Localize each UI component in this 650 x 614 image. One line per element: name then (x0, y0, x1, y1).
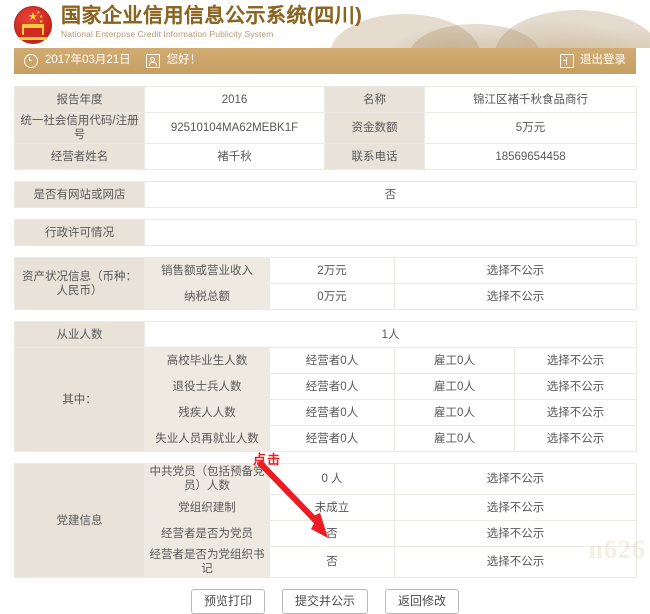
party-org-label: 党组织建制 (145, 495, 270, 521)
tax-label: 纳税总额 (145, 284, 270, 310)
status-bar: 2017年03月21日 您好！ 退出登录 (14, 48, 636, 74)
mountain-decoration-art (320, 0, 650, 48)
table-row: 是否有网站或网店 否 (15, 182, 637, 208)
preview-print-button[interactable]: 预览打印 (191, 589, 265, 614)
national-emblem-icon: ★ ★ ★ ★ ★ (14, 6, 52, 44)
basic-info-table: 报告年度 2016 名称 锦江区褚千秋食品商行 统一社会信用代码/注册号 925… (14, 86, 637, 170)
disabled-label: 残疾人人数 (145, 400, 270, 426)
license-value (145, 220, 637, 246)
party-org-value: 未成立 (270, 495, 395, 521)
report-year-value: 2016 (145, 87, 325, 113)
website-value: 否 (145, 182, 637, 208)
report-year-label: 报告年度 (15, 87, 145, 113)
employee-total-value: 1人 (145, 322, 637, 348)
current-date: 2017年03月21日 (45, 55, 131, 67)
company-name-label: 名称 (325, 87, 425, 113)
disabled-publicity[interactable]: 选择不公示 (515, 400, 637, 426)
table-row: 从业人数 1人 (15, 322, 637, 348)
party-members-publicity[interactable]: 选择不公示 (395, 464, 637, 495)
disabled-owner: 经营者0人 (270, 400, 395, 426)
assets-table: 资产状况信息（币种：人民币） 销售额或营业收入 2万元 选择不公示 纳税总额 0… (14, 257, 637, 310)
table-row: 资产状况信息（币种：人民币） 销售额或营业收入 2万元 选择不公示 (15, 258, 637, 284)
back-modify-button[interactable]: 返回修改 (385, 589, 459, 614)
clock-icon (24, 54, 38, 68)
party-members-label: 中共党员（包括预备党员）人数 (145, 464, 270, 495)
license-label: 行政许可情况 (15, 220, 145, 246)
submit-publicize-button[interactable]: 提交并公示 (282, 589, 368, 614)
employee-sub-label: 其中： (15, 348, 145, 452)
operator-party-value: 否 (270, 521, 395, 547)
operator-secretary-label: 经营者是否为党组织书记 (145, 547, 270, 578)
reemployed-publicity[interactable]: 选择不公示 (515, 426, 637, 452)
graduates-hired: 雇工0人 (395, 348, 515, 374)
graduates-publicity[interactable]: 选择不公示 (515, 348, 637, 374)
table-row: 党建信息 中共党员（包括预备党员）人数 0 人 选择不公示 (15, 464, 637, 495)
company-name-value: 锦江区褚千秋食品商行 (425, 87, 637, 113)
party-members-value: 0 人 (270, 464, 395, 495)
disabled-hired: 雇工0人 (395, 400, 515, 426)
credit-code-label: 统一社会信用代码/注册号 (15, 113, 145, 144)
logout-label: 退出登录 (580, 55, 626, 67)
operator-name-value: 褚千秋 (145, 144, 325, 170)
operator-name-label: 经营者姓名 (15, 144, 145, 170)
logout-button[interactable]: 退出登录 (560, 54, 626, 68)
veterans-publicity[interactable]: 选择不公示 (515, 374, 637, 400)
operator-secretary-publicity[interactable]: 选择不公示 (395, 547, 637, 578)
table-row: 经营者姓名 褚千秋 联系电话 18569654458 (15, 144, 637, 170)
employee-total-label: 从业人数 (15, 322, 145, 348)
party-table: 党建信息 中共党员（包括预备党员）人数 0 人 选择不公示 党组织建制 未成立 … (14, 463, 637, 578)
capital-value: 5万元 (425, 113, 637, 144)
site-title: 国家企业信用信息公示系统(四川) (61, 4, 362, 28)
table-row: 统一社会信用代码/注册号 92510104MA62MEBK1F 资金数额 5万元 (15, 113, 637, 144)
website-table: 是否有网站或网店 否 (14, 181, 637, 208)
user-greeting: 您好！ (167, 55, 202, 67)
phone-value: 18569654458 (425, 144, 637, 170)
veterans-owner: 经营者0人 (270, 374, 395, 400)
exit-icon (560, 54, 574, 68)
operator-secretary-value: 否 (270, 547, 395, 578)
party-section-label: 党建信息 (15, 464, 145, 578)
annual-report-form: 报告年度 2016 名称 锦江区褚千秋食品商行 统一社会信用代码/注册号 925… (14, 86, 636, 614)
graduates-owner: 经营者0人 (270, 348, 395, 374)
veterans-label: 退役士兵人数 (145, 374, 270, 400)
website-label: 是否有网站或网店 (15, 182, 145, 208)
party-org-publicity[interactable]: 选择不公示 (395, 495, 637, 521)
table-row: 报告年度 2016 名称 锦江区褚千秋食品商行 (15, 87, 637, 113)
employees-table: 从业人数 1人 其中： 高校毕业生人数 经营者0人 雇工0人 选择不公示 退役士… (14, 321, 637, 452)
assets-section-label: 资产状况信息（币种：人民币） (15, 258, 145, 310)
tax-publicity[interactable]: 选择不公示 (395, 284, 637, 310)
veterans-hired: 雇工0人 (395, 374, 515, 400)
brand-header: ★ ★ ★ ★ ★ 国家企业信用信息公示系统(四川) National Ente… (0, 0, 650, 48)
reemployed-label: 失业人员再就业人数 (145, 426, 270, 452)
table-row: 行政许可情况 (15, 220, 637, 246)
table-row: 其中： 高校毕业生人数 经营者0人 雇工0人 选择不公示 (15, 348, 637, 374)
tax-value: 0万元 (270, 284, 395, 310)
credit-code-value: 92510104MA62MEBK1F (145, 113, 325, 144)
brand-lockup: ★ ★ ★ ★ ★ 国家企业信用信息公示系统(四川) National Ente… (14, 4, 362, 44)
revenue-publicity[interactable]: 选择不公示 (395, 258, 637, 284)
user-icon (146, 54, 160, 68)
revenue-label: 销售额或营业收入 (145, 258, 270, 284)
graduates-label: 高校毕业生人数 (145, 348, 270, 374)
site-subtitle: National Enterprise Credit Information P… (61, 28, 362, 40)
revenue-value: 2万元 (270, 258, 395, 284)
form-action-bar: 预览打印 提交并公示 返回修改 (14, 589, 636, 614)
reemployed-owner: 经营者0人 (270, 426, 395, 452)
operator-party-publicity[interactable]: 选择不公示 (395, 521, 637, 547)
reemployed-hired: 雇工0人 (395, 426, 515, 452)
capital-label: 资金数额 (325, 113, 425, 144)
license-table: 行政许可情况 (14, 219, 637, 246)
operator-party-label: 经营者是否为党员 (145, 521, 270, 547)
phone-label: 联系电话 (325, 144, 425, 170)
